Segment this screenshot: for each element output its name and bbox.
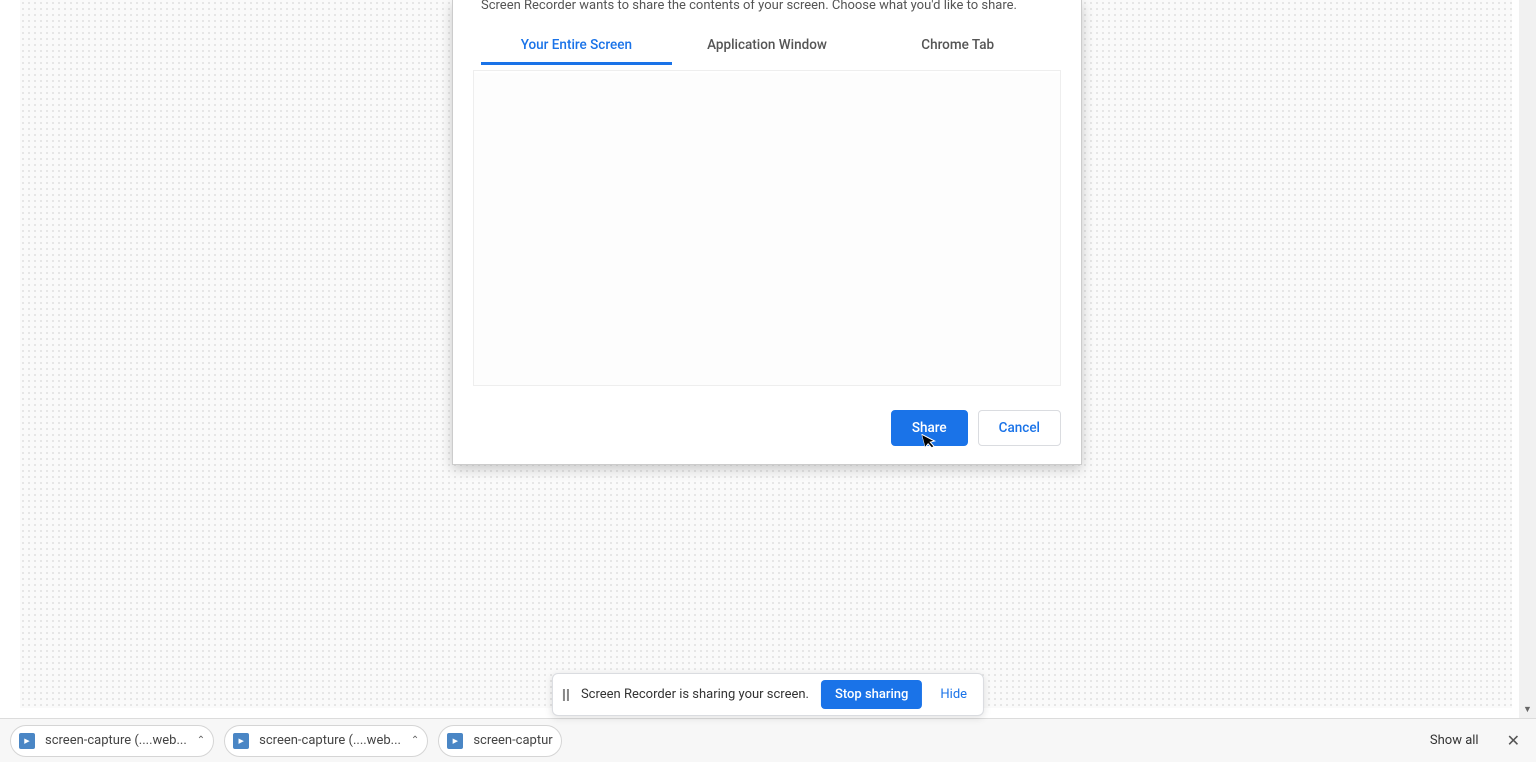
share-button[interactable]: Share bbox=[891, 410, 968, 446]
stop-sharing-button[interactable]: Stop sharing bbox=[821, 680, 922, 709]
download-item[interactable]: screen-capture (....web... ⌃ bbox=[224, 725, 428, 757]
hide-toast-button[interactable]: Hide bbox=[934, 683, 973, 706]
dialog-button-row: Share Cancel bbox=[453, 386, 1081, 464]
downloads-bar: screen-capture (....web... ⌃ screen-capt… bbox=[0, 718, 1536, 762]
screen-preview-area bbox=[473, 70, 1061, 386]
download-filename: screen-capture (....web... bbox=[45, 733, 187, 748]
show-all-downloads-button[interactable]: Show all bbox=[1422, 729, 1487, 752]
video-file-icon bbox=[233, 733, 249, 749]
download-item[interactable]: screen-capture (....web... ⌃ bbox=[10, 725, 214, 757]
cancel-button[interactable]: Cancel bbox=[978, 410, 1061, 446]
close-downloads-bar-icon[interactable]: ✕ bbox=[1501, 727, 1526, 754]
download-item[interactable]: screen-captur bbox=[438, 725, 561, 757]
tab-chrome-tab[interactable]: Chrome Tab bbox=[862, 27, 1053, 65]
toast-message: Screen Recorder is sharing your screen. bbox=[581, 687, 809, 702]
download-filename: screen-captur bbox=[473, 733, 552, 748]
vertical-scrollbar[interactable]: ▼ bbox=[1519, 0, 1536, 718]
download-filename: screen-capture (....web... bbox=[259, 733, 401, 748]
tab-entire-screen[interactable]: Your Entire Screen bbox=[481, 27, 672, 65]
tab-application-window[interactable]: Application Window bbox=[672, 27, 863, 65]
chevron-up-icon[interactable]: ⌃ bbox=[411, 735, 419, 746]
video-file-icon bbox=[447, 733, 463, 749]
sharing-indicator-icon bbox=[563, 689, 569, 701]
sharing-toast: Screen Recorder is sharing your screen. … bbox=[552, 673, 984, 716]
share-screen-dialog: Screen Recorder wants to share the conte… bbox=[452, 0, 1082, 465]
scrollbar-down-arrow-icon[interactable]: ▼ bbox=[1523, 704, 1532, 715]
screen-preview-thumb[interactable] bbox=[474, 73, 1060, 385]
chevron-up-icon[interactable]: ⌃ bbox=[197, 735, 205, 746]
video-file-icon bbox=[19, 733, 35, 749]
share-tabs: Your Entire Screen Application Window Ch… bbox=[453, 27, 1081, 66]
dialog-subtitle: Screen Recorder wants to share the conte… bbox=[453, 0, 1081, 27]
